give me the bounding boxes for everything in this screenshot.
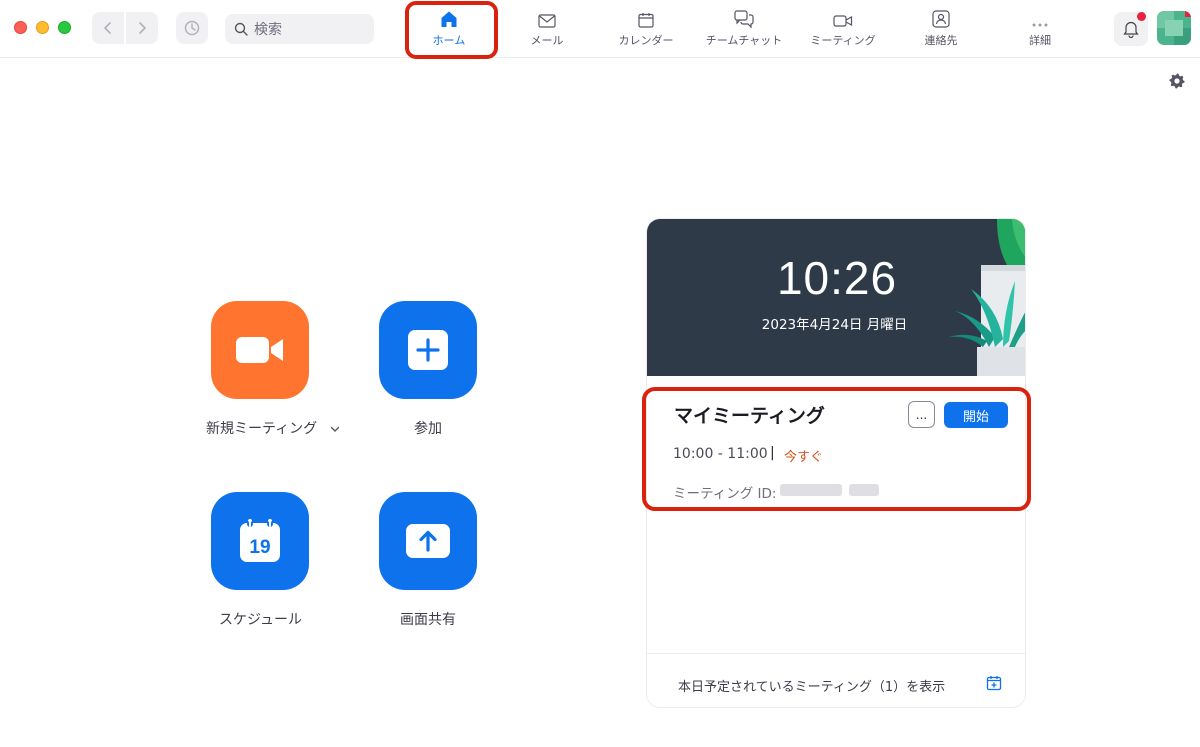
- calendar-day-number: 19: [249, 537, 270, 558]
- tab-more-label: 詳細: [1029, 34, 1051, 47]
- chevron-right-icon: [139, 22, 147, 34]
- search-icon: [234, 22, 248, 36]
- calendar-add-icon[interactable]: [986, 675, 1002, 691]
- card-footer-divider: [646, 653, 1026, 654]
- search-input[interactable]: 検索: [225, 14, 374, 44]
- chevron-down-icon[interactable]: [330, 426, 340, 433]
- join-label: 参加: [414, 421, 442, 437]
- mail-icon: [538, 14, 556, 28]
- tab-calendar[interactable]: カレンダー: [611, 8, 681, 52]
- calendar-icon: [638, 13, 654, 28]
- chevron-left-icon: [103, 22, 111, 34]
- chat-icon: [734, 10, 754, 28]
- bell-icon: [1123, 21, 1139, 38]
- current-date: 2023年4月24日 月曜日: [761, 317, 908, 333]
- more-icon: [1032, 23, 1048, 27]
- calendar-19-icon: 19: [240, 519, 280, 562]
- close-window-button[interactable]: [14, 21, 27, 34]
- clock-banner: 10:26 2023年4月24日 月曜日: [647, 219, 1025, 376]
- tab-meetings[interactable]: ミーティング: [805, 8, 881, 52]
- tab-team-chat-label: チームチャット: [705, 34, 783, 47]
- tab-contacts-label: 連絡先: [924, 34, 958, 47]
- notification-badge: [1137, 12, 1146, 21]
- zoom-window-button[interactable]: [58, 21, 71, 34]
- history-icon: [184, 20, 200, 36]
- forward-button[interactable]: [126, 12, 158, 44]
- tab-mail-label: メール: [530, 34, 564, 47]
- meeting-highlight: [642, 387, 1031, 511]
- upload-arrow-icon: [406, 524, 450, 558]
- tab-calendar-label: カレンダー: [618, 34, 674, 47]
- tab-mail[interactable]: メール: [518, 8, 576, 52]
- new-meeting-label[interactable]: 新規ミーティング: [206, 418, 340, 438]
- avatar[interactable]: [1157, 11, 1191, 45]
- share-screen-button[interactable]: [379, 492, 477, 590]
- back-button[interactable]: [92, 12, 124, 44]
- tab-meetings-label: ミーティング: [810, 34, 876, 47]
- video-icon: [833, 15, 853, 27]
- new-meeting-button[interactable]: [211, 301, 309, 399]
- home-tab-highlight: [405, 1, 498, 59]
- video-camera-icon: [236, 337, 283, 363]
- contacts-icon: [932, 10, 950, 28]
- current-time: 10:26: [776, 252, 898, 304]
- tab-contacts[interactable]: 連絡先: [916, 8, 966, 52]
- minimize-window-button[interactable]: [36, 21, 49, 34]
- share-screen-label: 画面共有: [400, 612, 456, 628]
- top-toolbar: 検索 ホーム メール カレンダー チームチャット ミーティング 連絡先 詳細: [0, 0, 1200, 58]
- settings-gear-icon[interactable]: [1168, 72, 1186, 90]
- plus-icon: [408, 330, 448, 370]
- tab-more[interactable]: 詳細: [1018, 8, 1062, 52]
- history-button[interactable]: [176, 12, 208, 44]
- view-today-meetings-link[interactable]: 本日予定されているミーティング（1）を表示: [678, 676, 945, 695]
- schedule-label: スケジュール: [219, 612, 303, 628]
- schedule-button[interactable]: 19: [211, 492, 309, 590]
- tab-team-chat[interactable]: チームチャット: [702, 8, 786, 52]
- search-placeholder: 検索: [254, 22, 282, 38]
- join-button[interactable]: [379, 301, 477, 399]
